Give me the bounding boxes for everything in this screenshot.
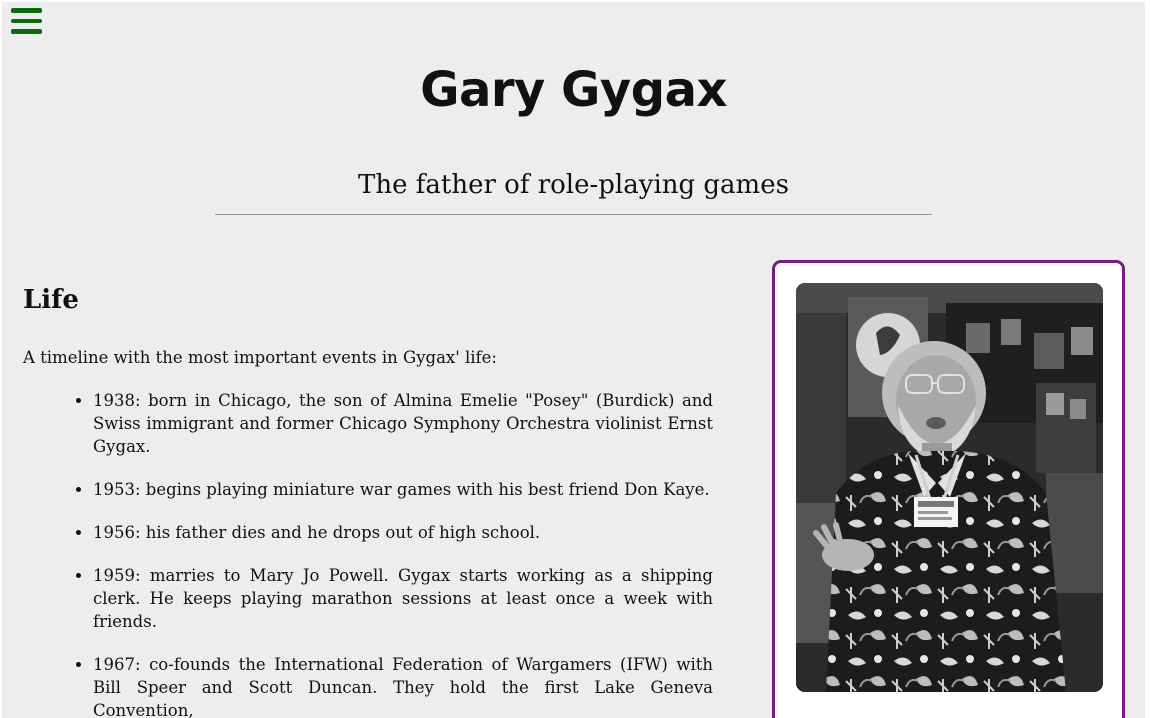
life-intro: A timeline with the most important event… <box>23 348 497 367</box>
page-title: Gary Gygax <box>420 62 727 118</box>
page-subtitle: The father of role-playing games <box>358 170 789 200</box>
photo-card <box>772 260 1125 718</box>
timeline-item: 1953: begins playing miniature war games… <box>93 478 713 501</box>
timeline-item: 1956: his father dies and he drops out o… <box>93 521 713 544</box>
page: Gary Gygax The father of role-playing ga… <box>2 2 1145 718</box>
timeline-item: 1959: marries to Mary Jo Powell. Gygax s… <box>93 564 713 633</box>
timeline-item: 1938: born in Chicago, the son of Almina… <box>93 389 713 458</box>
hamburger-menu-icon[interactable] <box>11 8 42 34</box>
life-timeline: 1938: born in Chicago, the son of Almina… <box>23 389 713 718</box>
timeline-item: 1967: co-founds the International Federa… <box>93 653 713 718</box>
header-divider <box>215 214 932 215</box>
life-heading: Life <box>23 285 79 315</box>
portrait-photo <box>796 283 1103 692</box>
